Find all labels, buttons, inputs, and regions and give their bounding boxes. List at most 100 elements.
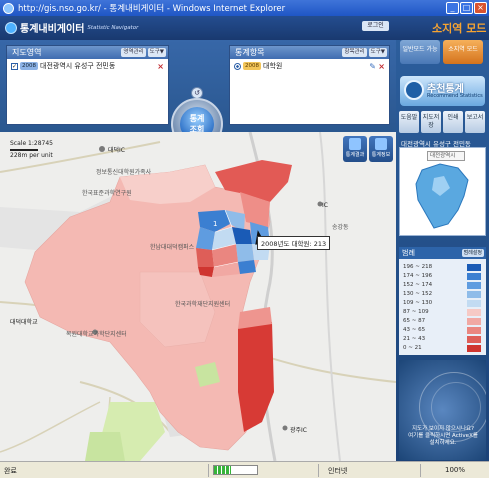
divider: [318, 464, 319, 477]
window-titlebar: http://gis.nso.go.kr/ - 통계내비게이터 - Window…: [0, 0, 489, 16]
promo-line: 여기를 클릭하시면 ActiveX를: [408, 433, 478, 439]
help-button[interactable]: 도움말: [399, 111, 419, 133]
map-view[interactable]: Scale 1:28745 228m per unit 통계결과 통계정보 대덕…: [0, 132, 396, 461]
status-text: 완료: [4, 467, 17, 475]
security-zone[interactable]: 인터넷: [328, 466, 347, 476]
scale-unit: 228m per unit: [10, 152, 53, 159]
progress-fill: [214, 466, 232, 474]
scale-bar: [10, 149, 38, 151]
stats-item-label: 대학원: [263, 62, 283, 70]
minimize-button[interactable]: _: [446, 2, 459, 14]
year-tag: 2008: [20, 62, 38, 70]
area-item-label: 대전광역시 유성구 전민동: [40, 62, 116, 70]
stats-info-button[interactable]: 통계정보: [369, 136, 393, 162]
map-label: 한국과학재단지원센터: [175, 301, 231, 308]
globe-graphic-inner: [431, 382, 481, 432]
ie-icon: [3, 2, 14, 14]
chart-icon: [349, 138, 361, 150]
promo-line: 지도가 보이지 않으시나요?: [411, 426, 475, 432]
legend-settings-button[interactable]: 범례설정: [461, 249, 484, 257]
map-label: 대덕대학교: [10, 319, 38, 326]
map-area-header: 지도영역 영역관리 도구▼: [7, 46, 168, 59]
legend-header: 범례 범례설정: [399, 247, 486, 259]
delete-area-icon[interactable]: ×: [157, 62, 164, 71]
map-area-box: 지도영역 영역관리 도구▼ ✓ 2008 대전광역시 유성구 전민동 ×: [6, 45, 169, 125]
legend-item-label: 87 ~ 109: [403, 309, 429, 315]
dial-label-1: 통계: [189, 114, 205, 123]
print-button[interactable]: 인쇄: [443, 111, 463, 133]
report-button[interactable]: 보고서: [465, 111, 485, 133]
status-bar: 완료 인터넷 100%: [0, 461, 489, 478]
promo-line: 설치하세요.: [429, 440, 457, 446]
map-area-item[interactable]: ✓ 2008 대전광역시 유성구 전민동 ×: [7, 59, 168, 73]
legend-swatch: [467, 263, 481, 271]
item-manage-button[interactable]: 항목관리: [342, 48, 367, 57]
legend-item-label: 130 ~ 152: [403, 291, 433, 297]
normal-mode-button[interactable]: 일반모드 가능: [400, 40, 440, 64]
map-label: 송강동: [332, 224, 349, 231]
legend-swatch: [467, 308, 481, 316]
stats-item-row[interactable]: 2008 대학원 ✎ ×: [230, 59, 389, 73]
legend-swatch: [467, 335, 481, 343]
legend-item-label: 109 ~ 130: [403, 300, 433, 306]
legend-swatch: [467, 272, 481, 280]
progress-bar: [213, 465, 258, 475]
stats-info-label: 통계정보: [371, 152, 391, 158]
recommend-icon: [404, 80, 424, 100]
map-area-title: 지도영역: [12, 48, 42, 57]
app-logo[interactable]: 통계내비게이터 Statistic Navigator: [5, 20, 138, 35]
recommend-stats-button[interactable]: 추천통계 Recommend Statistics: [400, 76, 485, 106]
legend-swatch: [467, 326, 481, 334]
area-tools-button[interactable]: 도구▼: [147, 48, 166, 57]
stats-radio[interactable]: [234, 62, 241, 70]
edit-icon[interactable]: ✎: [369, 62, 376, 71]
legend-item-label: 43 ~ 65: [403, 327, 426, 333]
item-tools-button[interactable]: 도구▼: [368, 48, 387, 57]
book-icon: [375, 138, 387, 150]
login-button[interactable]: 로그인: [362, 21, 389, 31]
globe-icon: [5, 21, 17, 34]
logo-text: 통계내비게이터: [20, 24, 85, 35]
map-label: 광주IC: [290, 427, 307, 434]
area-manage-button[interactable]: 영역관리: [121, 48, 146, 57]
legend-title: 범례: [402, 249, 415, 257]
small-area-mode-button[interactable]: 소지역 모드: [443, 40, 483, 64]
maximize-button[interactable]: □: [460, 2, 473, 14]
map-label: IC: [322, 202, 328, 209]
minimap-shape: [415, 163, 469, 229]
delete-item-icon[interactable]: ×: [378, 62, 385, 71]
zoom-level[interactable]: 100%: [445, 466, 465, 474]
promo-text: 지도가 보이지 않으시나요? 여기를 클릭하시면 ActiveX를 설치하세요.: [407, 426, 479, 447]
minimap[interactable]: 대전광역시: [399, 147, 486, 236]
scale-ratio: Scale 1:28745: [10, 140, 53, 147]
map-scale: Scale 1:28745 228m per unit: [10, 140, 53, 160]
map-label: 1: [213, 220, 218, 228]
map-label: 한남대대덕캠퍼스: [150, 244, 195, 251]
legend-item-label: 174 ~ 196: [403, 273, 433, 279]
legend-item-label: 152 ~ 174: [403, 282, 433, 288]
stats-item-box: 통계항목 항목관리 도구▼ 2008 대학원 ✎ ×: [229, 45, 390, 125]
stats-result-button[interactable]: 통계결과: [343, 136, 367, 162]
legend-swatch: [467, 344, 481, 352]
mode-buttons: 일반모드 가능 소지역 모드: [400, 40, 483, 64]
map-tooltip: 2008년도 대학원: 213: [257, 236, 331, 250]
stats-result-label: 통계결과: [345, 152, 365, 158]
save-map-button[interactable]: 지도저장: [421, 111, 441, 133]
map-label: 목원대학교과학단지센터: [66, 331, 127, 338]
right-panel: 일반모드 가능 소지역 모드 추천통계 Recommend Statistics…: [396, 40, 489, 461]
legend-swatch: [467, 290, 481, 298]
year-tag: 2008: [243, 62, 261, 70]
map-label: 대덕IC: [108, 147, 125, 154]
legend: 196 ~ 218 174 ~ 196 152 ~ 174 130 ~ 152 109 …: [399, 259, 486, 355]
top-panel: 지도영역 영역관리 도구▼ ✓ 2008 대전광역시 유성구 전민동 × ↺ 통…: [0, 40, 396, 162]
legend-item-label: 65 ~ 87: [403, 318, 426, 324]
activex-promo[interactable]: 지도가 보이지 않으시나요? 여기를 클릭하시면 ActiveX를 설치하세요.: [399, 360, 486, 460]
legend-item-label: 21 ~ 43: [403, 336, 426, 342]
legend-item-label: 0 ~ 21: [403, 345, 422, 351]
divider: [208, 464, 209, 477]
area-checkbox[interactable]: ✓: [11, 62, 18, 70]
choropleth-map: [0, 132, 396, 461]
close-window-button[interactable]: ×: [474, 2, 487, 14]
app-header: 통계내비게이터 Statistic Navigator 로그인 소지역 모드: [0, 16, 489, 40]
stats-item-header: 통계항목 항목관리 도구▼: [230, 46, 389, 59]
